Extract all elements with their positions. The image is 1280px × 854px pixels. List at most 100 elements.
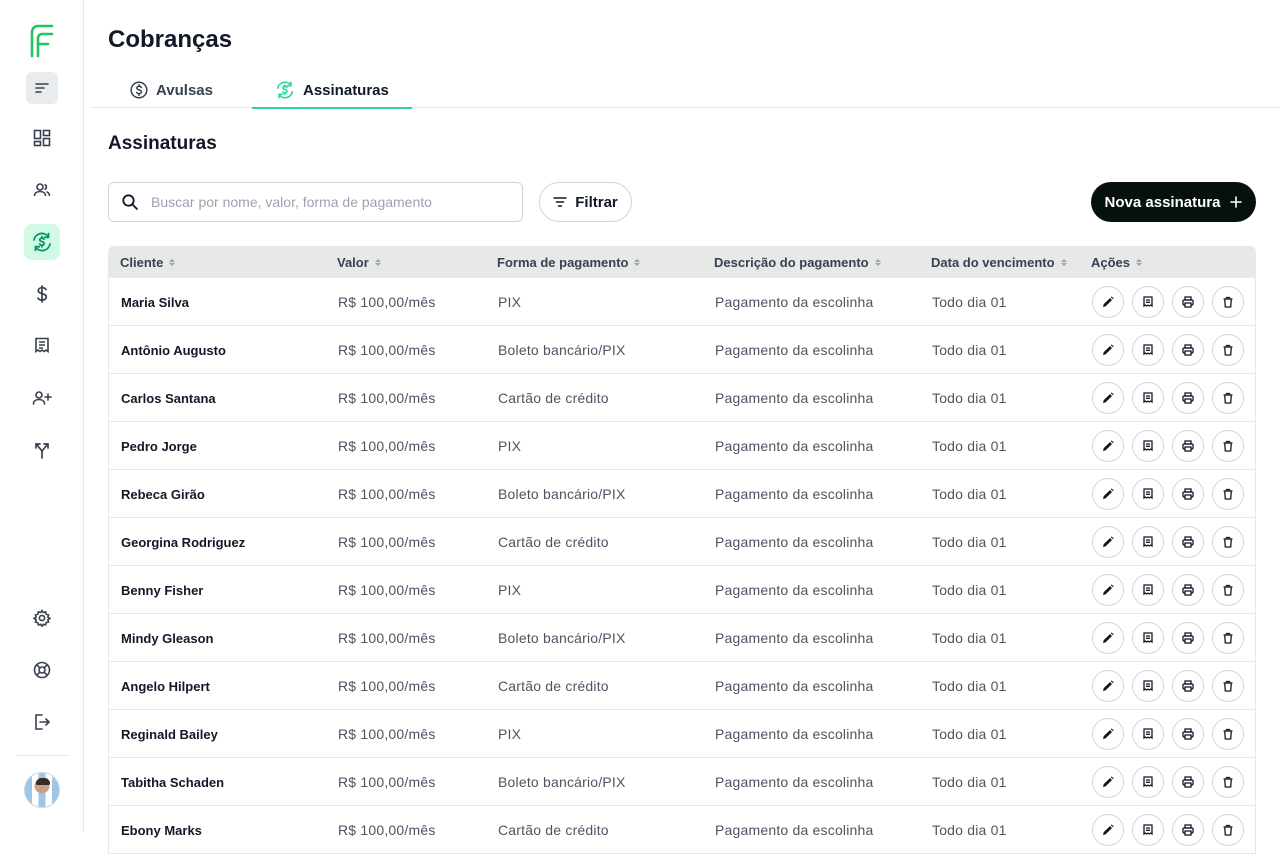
print-button[interactable] xyxy=(1172,430,1204,462)
table-row: Georgina Rodriguez R$ 100,00/mês Cartão … xyxy=(108,518,1256,566)
print-icon xyxy=(1182,680,1194,692)
trash-icon xyxy=(1223,488,1233,500)
tab-avulsas-label: Avulsas xyxy=(156,81,213,99)
edit-button[interactable] xyxy=(1092,622,1124,654)
edit-button[interactable] xyxy=(1092,814,1124,846)
edit-button[interactable] xyxy=(1092,478,1124,510)
sidebar-item-cobrancas[interactable] xyxy=(24,224,60,260)
sidebar-item-sair[interactable] xyxy=(24,704,60,740)
sidebar-item-configuracoes[interactable] xyxy=(24,600,60,636)
column-header-vencimento[interactable]: Data do vencimento xyxy=(931,246,1067,278)
receipt-button[interactable] xyxy=(1132,670,1164,702)
dollar-circle-icon xyxy=(130,81,148,99)
cell-forma-pagamento: Cartão de crédito xyxy=(498,678,609,694)
receipt-icon xyxy=(1143,344,1153,356)
delete-button[interactable] xyxy=(1212,718,1244,750)
trash-icon xyxy=(1223,632,1233,644)
delete-button[interactable] xyxy=(1212,526,1244,558)
print-button[interactable] xyxy=(1172,766,1204,798)
column-header-descricao[interactable]: Descrição do pagamento xyxy=(714,246,881,278)
sidebar-item-recibos[interactable] xyxy=(24,328,60,364)
column-header-valor[interactable]: Valor xyxy=(337,246,381,278)
print-icon xyxy=(1182,776,1194,788)
filter-button-label: Filtrar xyxy=(575,193,618,211)
edit-button[interactable] xyxy=(1092,286,1124,318)
delete-button[interactable] xyxy=(1212,622,1244,654)
sidebar-item-dashboard[interactable] xyxy=(24,120,60,156)
sidebar-item-financeiro[interactable] xyxy=(24,276,60,312)
tab-assinaturas[interactable]: Assinaturas xyxy=(252,72,412,109)
new-subscription-button[interactable]: Nova assinatura xyxy=(1091,182,1256,222)
receipt-button[interactable] xyxy=(1132,574,1164,606)
sidebar-item-convidar[interactable] xyxy=(24,380,60,416)
receipt-button[interactable] xyxy=(1132,718,1164,750)
delete-button[interactable] xyxy=(1212,334,1244,366)
receipt-button[interactable] xyxy=(1132,526,1164,558)
edit-button[interactable] xyxy=(1092,574,1124,606)
receipt-button[interactable] xyxy=(1132,286,1164,318)
cell-valor: R$ 100,00/mês xyxy=(338,774,436,790)
receipt-button[interactable] xyxy=(1132,814,1164,846)
edit-button[interactable] xyxy=(1092,334,1124,366)
trash-icon xyxy=(1223,776,1233,788)
tab-avulsas[interactable]: Avulsas xyxy=(130,72,213,108)
receipt-button[interactable] xyxy=(1132,766,1164,798)
receipt-button[interactable] xyxy=(1132,622,1164,654)
row-actions xyxy=(1092,718,1244,750)
print-button[interactable] xyxy=(1172,718,1204,750)
sidebar-item-integracoes[interactable] xyxy=(24,432,60,468)
print-button[interactable] xyxy=(1172,286,1204,318)
recurring-dollar-icon xyxy=(33,232,51,252)
edit-button[interactable] xyxy=(1092,382,1124,414)
user-avatar[interactable] xyxy=(24,772,60,808)
subscriptions-table: Cliente Valor Forma de pagamento Descriç… xyxy=(108,246,1256,854)
sidebar-collapse-button[interactable] xyxy=(26,72,58,104)
column-header-cliente[interactable]: Cliente xyxy=(120,246,176,278)
edit-button[interactable] xyxy=(1092,718,1124,750)
print-button[interactable] xyxy=(1172,622,1204,654)
delete-button[interactable] xyxy=(1212,574,1244,606)
cell-descricao: Pagamento da escolinha xyxy=(715,678,874,694)
delete-button[interactable] xyxy=(1212,478,1244,510)
cell-valor: R$ 100,00/mês xyxy=(338,294,436,310)
menu-lines-icon xyxy=(35,83,49,93)
print-button[interactable] xyxy=(1172,574,1204,606)
receipt-button[interactable] xyxy=(1132,334,1164,366)
cell-valor: R$ 100,00/mês xyxy=(338,486,436,502)
delete-button[interactable] xyxy=(1212,814,1244,846)
print-button[interactable] xyxy=(1172,334,1204,366)
print-icon xyxy=(1182,296,1194,308)
delete-button[interactable] xyxy=(1212,766,1244,798)
print-button[interactable] xyxy=(1172,670,1204,702)
receipt-button[interactable] xyxy=(1132,430,1164,462)
cell-forma-pagamento: PIX xyxy=(498,294,522,310)
cell-cliente: Angelo Hilpert xyxy=(121,678,210,694)
cell-cliente: Rebeca Girão xyxy=(121,486,205,502)
cell-valor: R$ 100,00/mês xyxy=(338,438,436,454)
filter-button[interactable]: Filtrar xyxy=(539,182,632,222)
delete-button[interactable] xyxy=(1212,382,1244,414)
print-button[interactable] xyxy=(1172,526,1204,558)
merge-icon xyxy=(35,443,49,459)
column-header-forma-pagamento[interactable]: Forma de pagamento xyxy=(497,246,641,278)
sidebar-item-clientes[interactable] xyxy=(24,172,60,208)
search-input[interactable] xyxy=(151,194,491,210)
delete-button[interactable] xyxy=(1212,430,1244,462)
receipt-icon xyxy=(1143,440,1153,452)
sidebar-item-suporte[interactable] xyxy=(24,652,60,688)
receipt-button[interactable] xyxy=(1132,382,1164,414)
print-button[interactable] xyxy=(1172,478,1204,510)
cell-cliente: Tabitha Schaden xyxy=(121,774,225,790)
cell-valor: R$ 100,00/mês xyxy=(338,678,436,694)
edit-button[interactable] xyxy=(1092,670,1124,702)
edit-button[interactable] xyxy=(1092,766,1124,798)
print-button[interactable] xyxy=(1172,814,1204,846)
receipt-button[interactable] xyxy=(1132,478,1164,510)
edit-button[interactable] xyxy=(1092,430,1124,462)
print-button[interactable] xyxy=(1172,382,1204,414)
delete-button[interactable] xyxy=(1212,670,1244,702)
trash-icon xyxy=(1223,344,1233,356)
edit-button[interactable] xyxy=(1092,526,1124,558)
column-header-acoes[interactable]: Ações xyxy=(1091,246,1143,278)
delete-button[interactable] xyxy=(1212,286,1244,318)
